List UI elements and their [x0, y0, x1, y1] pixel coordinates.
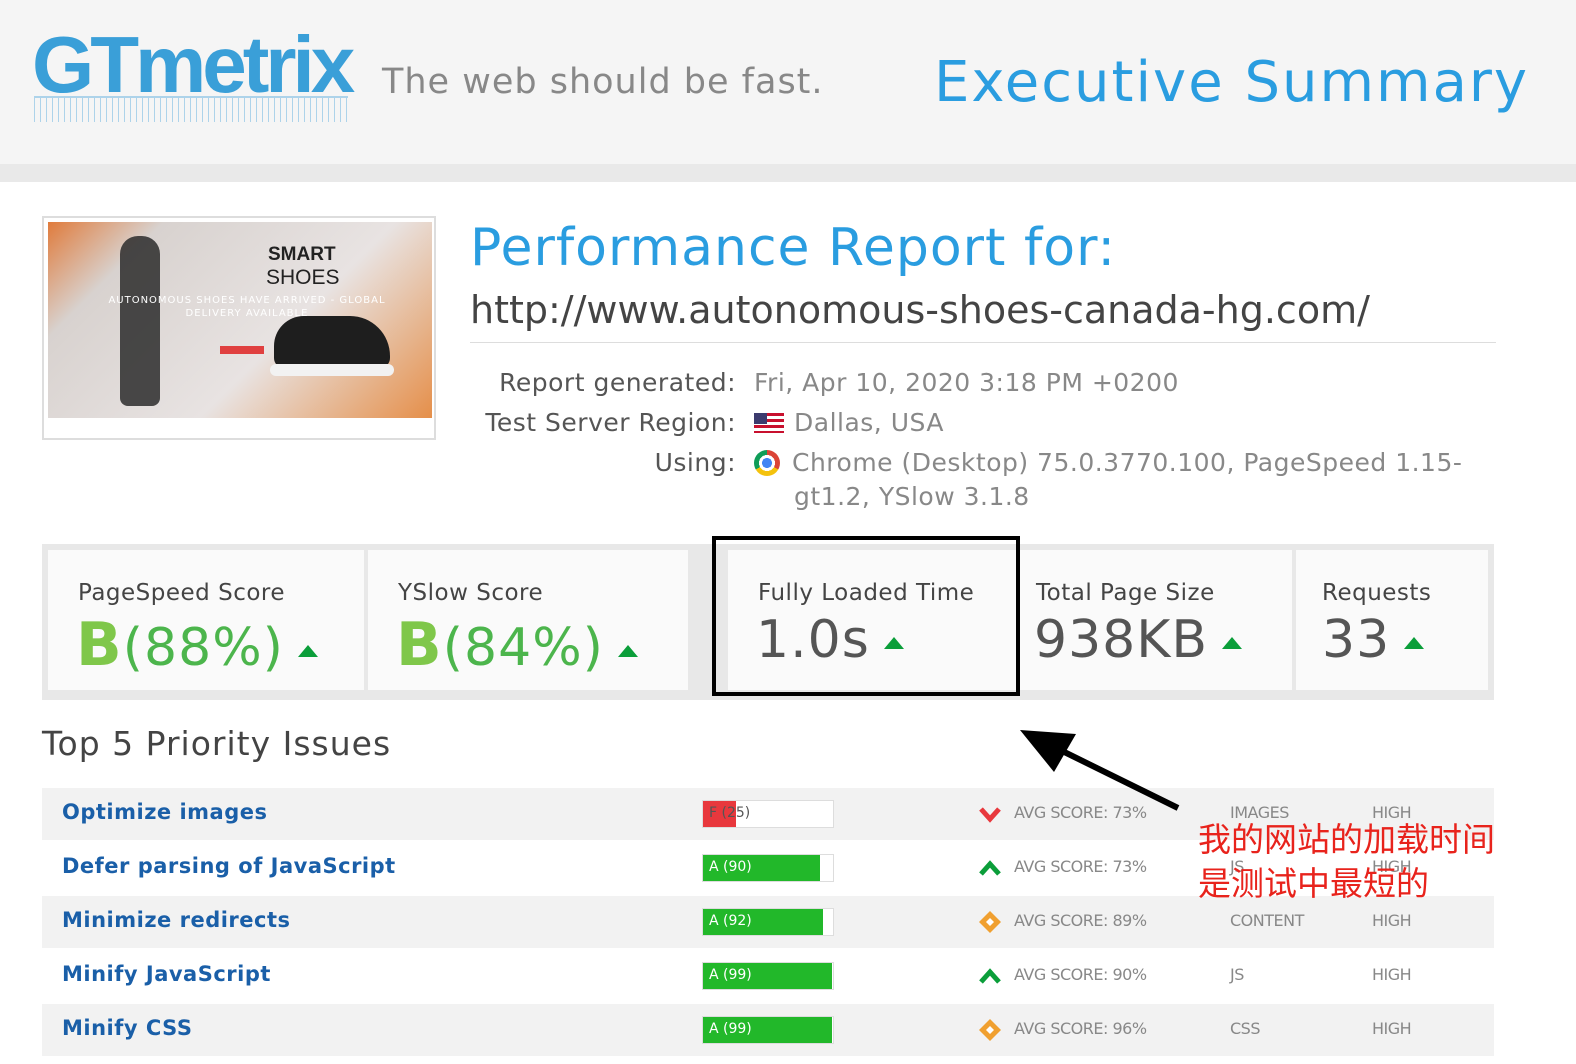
issue-priority: HIGH [1372, 1019, 1412, 1038]
tagline: The web should be fast. [382, 62, 824, 102]
trend-neutral-icon [978, 1018, 1002, 1042]
total-page-size-label: Total Page Size [1036, 580, 1215, 606]
performance-report-title: Performance Report for: [470, 218, 1117, 278]
us-flag-icon [754, 413, 784, 433]
trend-up-icon [1222, 637, 1243, 649]
site-screenshot-thumbnail[interactable]: SMART SHOES AUTONOMOUS SHOES HAVE ARRIVE… [42, 216, 436, 440]
issue-score-text: A (99) [709, 967, 752, 983]
issue-name[interactable]: Minimize redirects [62, 908, 291, 932]
logo-ruler-graphic [34, 96, 348, 122]
report-generated-value: Fri, Apr 10, 2020 3:18 PM +0200 [754, 368, 1179, 397]
issue-row[interactable]: Minify CSS A (99) AVG SCORE: 96% CSS HIG… [42, 1004, 1494, 1056]
trend-up-icon [978, 964, 1002, 988]
annotation-arrow-icon [1020, 730, 1180, 811]
yslow-grade: B [396, 610, 443, 680]
issue-avg-score: AVG SCORE: 73% [1014, 857, 1147, 876]
server-region-text: Dallas, USA [794, 408, 944, 437]
issue-score-text: A (92) [709, 913, 752, 929]
annotation-text: 我的网站的加载时间 是测试中最短的 [1198, 818, 1495, 906]
issue-score-text: F (25) [709, 805, 751, 821]
total-page-size-text: 938KB [1034, 610, 1209, 670]
thumbnail-tagline: AUTONOMOUS SHOES HAVE ARRIVED - GLOBAL D… [108, 295, 386, 319]
priority-issues-title: Top 5 Priority Issues [42, 724, 392, 763]
trend-up-icon [978, 856, 1002, 880]
issue-name[interactable]: Defer parsing of JavaScript [62, 854, 396, 878]
report-divider [470, 342, 1496, 343]
issue-score-text: A (90) [709, 859, 752, 875]
issue-avg-score: AVG SCORE: 90% [1014, 965, 1147, 984]
using-value-line-2: gt1.2, YSlow 3.1.8 [794, 482, 1030, 511]
yslow-score-label: YSlow Score [398, 580, 544, 606]
header: GTmetrix The web should be fast. Executi… [0, 0, 1576, 164]
thumbnail-cta-button [220, 346, 264, 354]
issue-score-bar: A (92) [702, 908, 834, 936]
issue-score-bar: F (25) [702, 800, 834, 828]
issue-priority: HIGH [1372, 965, 1412, 984]
trend-neutral-icon [978, 910, 1002, 934]
issue-priority: HIGH [1372, 911, 1412, 930]
issue-name[interactable]: Minify JavaScript [62, 962, 271, 986]
chrome-icon [754, 450, 780, 476]
issue-category: CSS [1230, 1019, 1260, 1038]
pagespeed-score-value: B(88%) [76, 610, 318, 680]
server-region-value: Dallas, USA [754, 408, 944, 437]
server-region-label: Test Server Region: [485, 408, 736, 437]
total-page-size-value: 938KB [1034, 610, 1243, 670]
requests-value: 33 [1322, 610, 1425, 670]
requests-label: Requests [1322, 580, 1432, 606]
requests-text: 33 [1322, 610, 1391, 670]
issue-name[interactable]: Minify CSS [62, 1016, 193, 1040]
requests-card[interactable]: Requests 33 [1296, 550, 1488, 690]
trend-up-icon [617, 645, 638, 657]
issue-score-text: A (99) [709, 1021, 752, 1037]
report-url[interactable]: http://www.autonomous-shoes-canada-hg.co… [470, 288, 1370, 332]
trend-down-icon [978, 802, 1002, 826]
using-text: Chrome (Desktop) 75.0.3770.100, PageSpee… [792, 448, 1463, 477]
issue-category: JS [1230, 965, 1244, 984]
thumbnail-heading: SMART [268, 244, 336, 265]
issue-name[interactable]: Optimize images [62, 800, 268, 824]
using-label: Using: [654, 448, 736, 477]
yslow-percent: (84%) [442, 618, 604, 678]
annotation-highlight-box [712, 536, 1020, 696]
issue-row[interactable]: Minify JavaScript A (99) AVG SCORE: 90% … [42, 950, 1494, 1002]
header-divider [0, 164, 1576, 182]
total-page-size-card[interactable]: Total Page Size 938KB [1018, 550, 1292, 690]
pagespeed-grade: B [76, 610, 123, 680]
issue-score-bar: A (90) [702, 854, 834, 882]
annotation-line-2: 是测试中最短的 [1198, 864, 1429, 903]
issue-score-bar: A (99) [702, 1016, 834, 1044]
issue-score-bar: A (99) [702, 962, 834, 990]
issue-avg-score: AVG SCORE: 89% [1014, 911, 1147, 930]
issue-avg-score: AVG SCORE: 96% [1014, 1019, 1147, 1038]
runner-silhouette [120, 236, 160, 406]
issue-category: CONTENT [1230, 911, 1304, 930]
pagespeed-percent: (88%) [122, 618, 284, 678]
trend-up-icon [1404, 637, 1425, 649]
pagespeed-score-card[interactable]: PageSpeed Score B(88%) [48, 550, 364, 690]
yslow-score-value: B(84%) [396, 610, 638, 680]
pagespeed-score-label: PageSpeed Score [78, 580, 286, 606]
yslow-score-card[interactable]: YSlow Score B(84%) [368, 550, 688, 690]
trend-up-icon [297, 645, 318, 657]
report-generated-label: Report generated: [499, 368, 736, 397]
shoe-image [274, 316, 390, 368]
thumbnail-subheading: SHOES [266, 266, 340, 289]
annotation-line-1: 我的网站的加载时间 [1198, 820, 1495, 859]
executive-summary-title: Executive Summary [934, 50, 1530, 115]
thumbnail-image: SMART SHOES AUTONOMOUS SHOES HAVE ARRIVE… [48, 222, 432, 418]
shoe-sole [270, 364, 394, 376]
using-value: Chrome (Desktop) 75.0.3770.100, PageSpee… [754, 448, 1462, 477]
